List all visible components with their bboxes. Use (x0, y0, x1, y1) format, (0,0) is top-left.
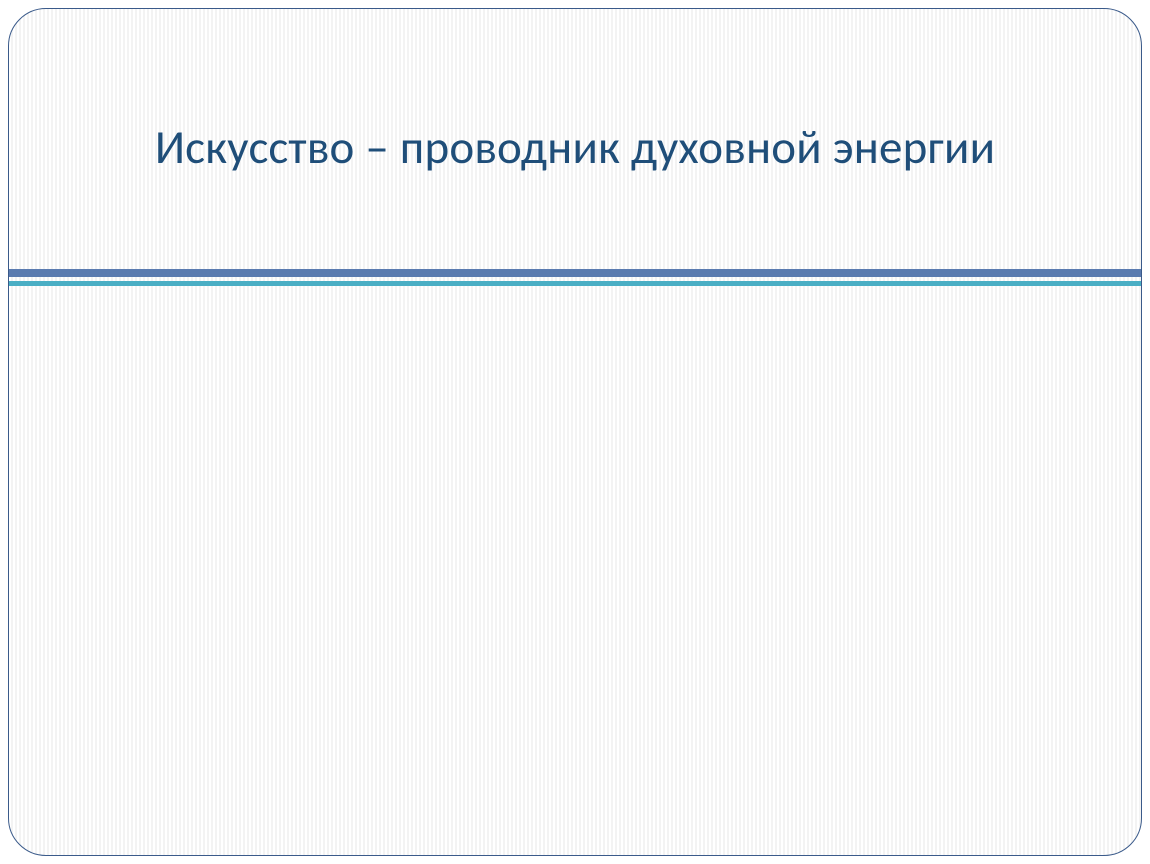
slide-frame: Искусство – проводник духовной энергии (8, 8, 1142, 856)
divider-line-secondary (9, 281, 1141, 286)
divider-line-primary (9, 269, 1141, 277)
slide-title: Искусство – проводник духовной энергии (9, 117, 1141, 177)
title-area: Искусство – проводник духовной энергии (9, 9, 1141, 177)
divider-group (9, 269, 1141, 286)
